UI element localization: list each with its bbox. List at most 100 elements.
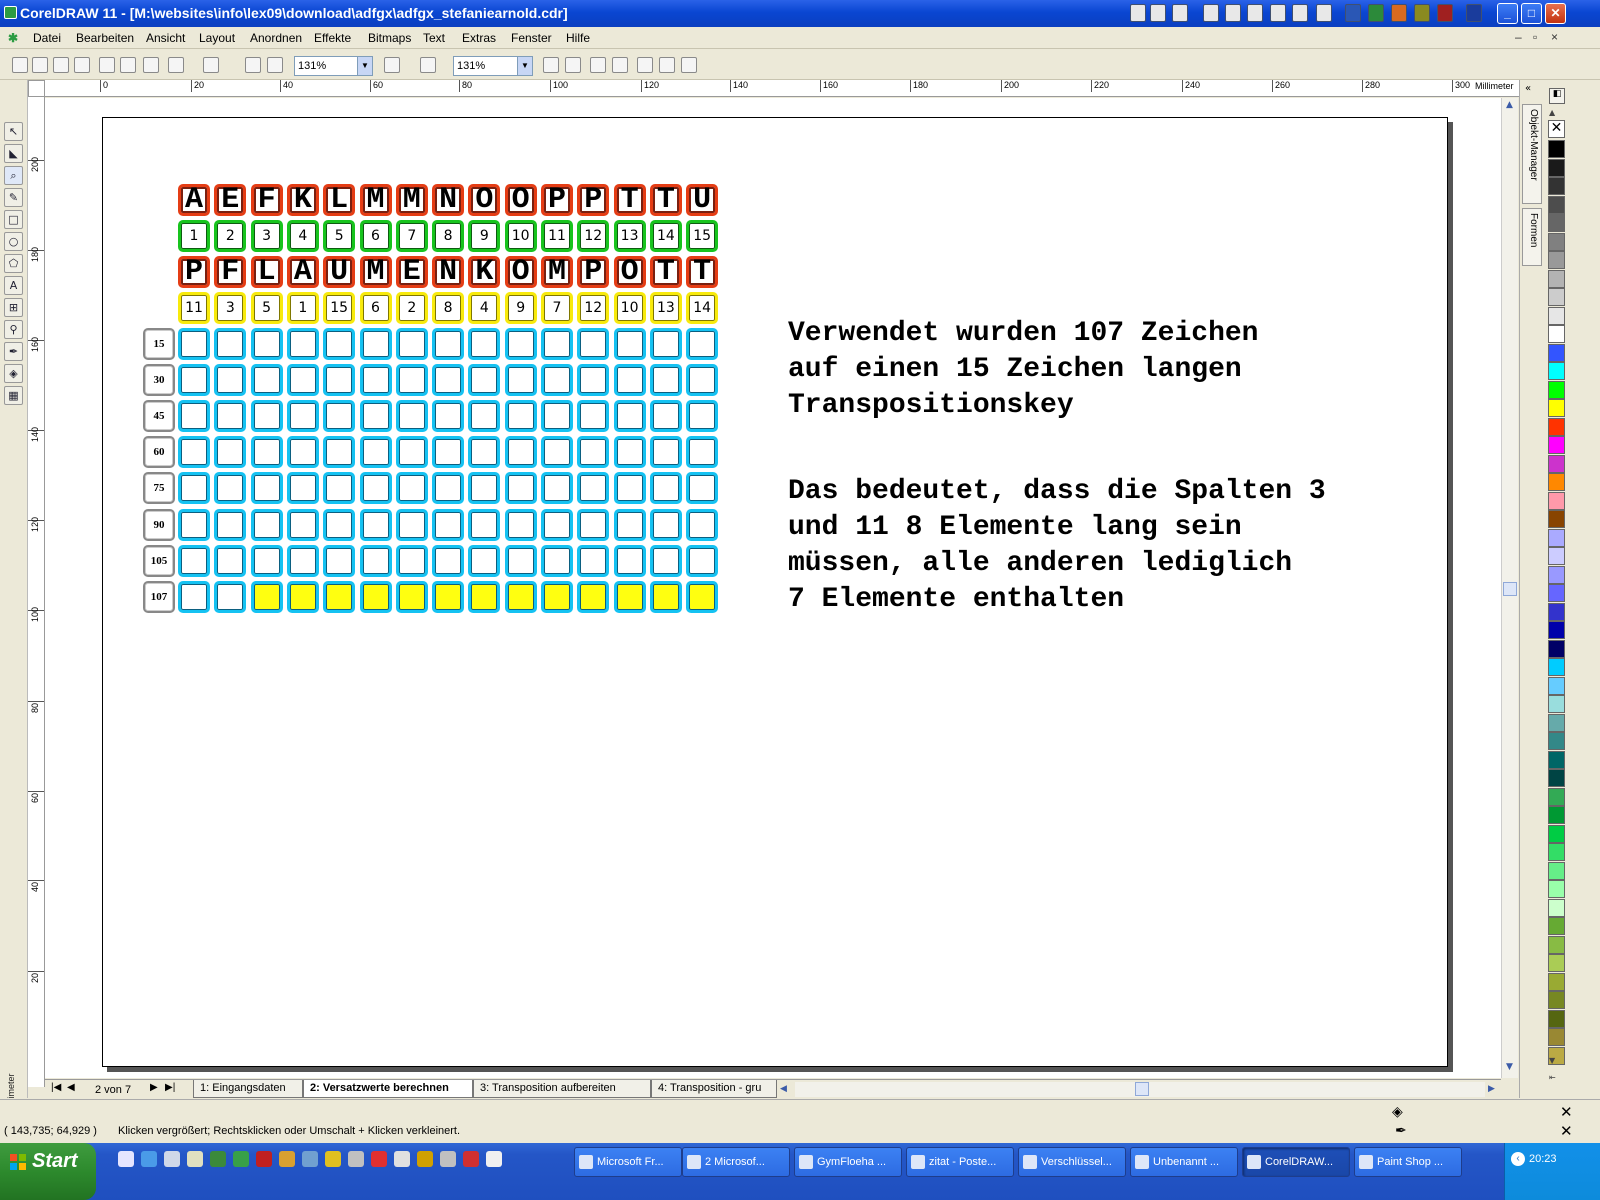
number-cell[interactable]: 14 <box>649 220 682 252</box>
grid-cell[interactable] <box>468 544 501 577</box>
key-number-cell[interactable]: 10 <box>613 292 646 324</box>
grid-cell[interactable] <box>504 544 537 577</box>
zoom-page-icon[interactable] <box>637 57 653 73</box>
number-cell[interactable]: 11 <box>541 220 573 252</box>
key-letter-cell[interactable]: U <box>323 256 356 288</box>
quick-launch-icon[interactable] <box>233 1151 249 1167</box>
filled-grid-cell[interactable] <box>504 580 537 613</box>
docker-tab-objekt-manager[interactable]: Objekt-Manager <box>1522 104 1542 204</box>
color-swatch[interactable] <box>1548 695 1565 713</box>
color-swatch[interactable] <box>1548 214 1565 232</box>
grid-cell[interactable] <box>178 436 210 469</box>
number-cell[interactable]: 7 <box>395 220 428 252</box>
grid-cell[interactable] <box>250 472 283 505</box>
quick-launch-icon[interactable] <box>256 1151 272 1167</box>
number-cell[interactable]: 4 <box>286 220 319 252</box>
page-tab-active[interactable]: 2: Versatzwerte berechnen <box>303 1080 473 1098</box>
key-letter-cell[interactable]: K <box>468 256 501 288</box>
grid-cell[interactable] <box>468 364 501 397</box>
grid-cell[interactable] <box>577 328 610 360</box>
quick-launch-icon[interactable] <box>348 1151 364 1167</box>
key-letter-cell[interactable]: O <box>613 256 646 288</box>
grid-cell[interactable] <box>577 364 610 397</box>
grid-cell[interactable] <box>250 400 283 433</box>
color-swatch[interactable] <box>1548 399 1565 417</box>
number-cell[interactable]: 9 <box>468 220 501 252</box>
page-tab[interactable]: 4: Transposition - gru <box>651 1080 777 1098</box>
key-letter-cell[interactable]: M <box>359 256 392 288</box>
grid-cell[interactable] <box>504 328 537 360</box>
zoom-in-icon[interactable] <box>543 57 559 73</box>
grid-cell[interactable] <box>577 436 610 469</box>
tray-icon[interactable] <box>1414 4 1430 22</box>
quick-launch-icon[interactable] <box>371 1151 387 1167</box>
color-swatch[interactable] <box>1548 306 1565 325</box>
key-number-cell[interactable]: 9 <box>504 292 537 324</box>
palette-flyout-icon[interactable]: ◧ <box>1549 88 1565 104</box>
key-number-cell[interactable]: 7 <box>541 292 573 324</box>
key-letter-cell[interactable]: T <box>686 256 719 288</box>
color-swatch[interactable] <box>1548 824 1565 843</box>
grid-cell[interactable] <box>613 472 646 505</box>
menu-ansicht[interactable]: Ansicht <box>146 31 185 45</box>
key-letter-cell[interactable]: O <box>504 256 537 288</box>
key-letter-cell[interactable]: A <box>286 256 319 288</box>
doc-restore-button[interactable]: ▫ <box>1533 30 1537 44</box>
color-swatch[interactable] <box>1548 639 1565 658</box>
grid-cell[interactable] <box>686 400 719 433</box>
quick-launch-icon[interactable] <box>164 1151 180 1167</box>
grid-cell[interactable] <box>613 508 646 541</box>
grid-cell[interactable] <box>178 400 210 433</box>
letter-cell[interactable]: T <box>613 184 646 216</box>
grid-cell[interactable] <box>541 328 573 360</box>
cut-icon[interactable] <box>99 57 115 73</box>
grid-cell[interactable] <box>432 328 465 360</box>
number-cell[interactable]: 13 <box>613 220 646 252</box>
key-letter-cell[interactable]: E <box>395 256 428 288</box>
color-swatch[interactable] <box>1548 177 1565 195</box>
taskbar-button[interactable]: GymFloeha ... <box>794 1147 902 1177</box>
open-icon[interactable] <box>32 57 48 73</box>
letter-cell[interactable]: M <box>359 184 392 216</box>
grid-cell[interactable] <box>214 436 247 469</box>
grid-cell[interactable] <box>577 472 610 505</box>
zoom-all-icon[interactable] <box>612 57 628 73</box>
menu-anordnen[interactable]: Anordnen <box>250 31 302 45</box>
color-swatch[interactable] <box>1548 232 1565 251</box>
quick-launch-icon[interactable] <box>394 1151 410 1167</box>
grid-cell[interactable] <box>686 436 719 469</box>
mail-icon[interactable] <box>1203 4 1219 22</box>
freehand-tool-icon[interactable]: ✎ <box>4 188 23 207</box>
taskbar-button[interactable]: Verschlüssel... <box>1018 1147 1126 1177</box>
eyedropper-tool-icon[interactable]: ⚲ <box>4 320 23 339</box>
filled-grid-cell[interactable] <box>649 580 682 613</box>
color-swatch[interactable] <box>1548 917 1565 935</box>
tray-icon[interactable] <box>1292 4 1308 22</box>
quick-launch-icon[interactable] <box>279 1151 295 1167</box>
color-swatch[interactable] <box>1548 510 1565 528</box>
interactive-fill-tool-icon[interactable]: ▦ <box>4 386 23 405</box>
color-swatch[interactable] <box>1548 343 1565 362</box>
quick-launch-icon[interactable] <box>417 1151 433 1167</box>
letter-cell[interactable]: P <box>541 184 573 216</box>
grid-cell[interactable] <box>323 400 356 433</box>
color-swatch[interactable] <box>1548 547 1565 565</box>
scroll-down-icon[interactable]: ▼ <box>1502 1060 1517 1075</box>
menu-bearbeiten[interactable]: Bearbeiten <box>76 31 134 45</box>
grid-cell[interactable] <box>686 544 719 577</box>
letter-cell[interactable]: P <box>577 184 610 216</box>
grid-cell[interactable] <box>541 364 573 397</box>
horizontal-ruler[interactable]: 0 20 40 60 80 100 120 140 160 180 200 220 240 260 280 3… <box>45 80 1526 97</box>
key-letter-cell[interactable]: L <box>250 256 283 288</box>
color-swatch[interactable] <box>1548 195 1565 214</box>
taskbar-button[interactable]: CorelDRAW... <box>1242 1147 1350 1177</box>
key-number-cell[interactable]: 15 <box>323 292 356 324</box>
grid-cell[interactable] <box>686 364 719 397</box>
color-swatch[interactable] <box>1548 676 1565 695</box>
grid-cell[interactable] <box>468 472 501 505</box>
excel-icon[interactable] <box>1368 4 1384 22</box>
zoom-height-icon[interactable] <box>681 57 697 73</box>
grid-cell[interactable] <box>214 544 247 577</box>
grid-cell[interactable] <box>541 508 573 541</box>
filled-grid-cell[interactable] <box>359 580 392 613</box>
